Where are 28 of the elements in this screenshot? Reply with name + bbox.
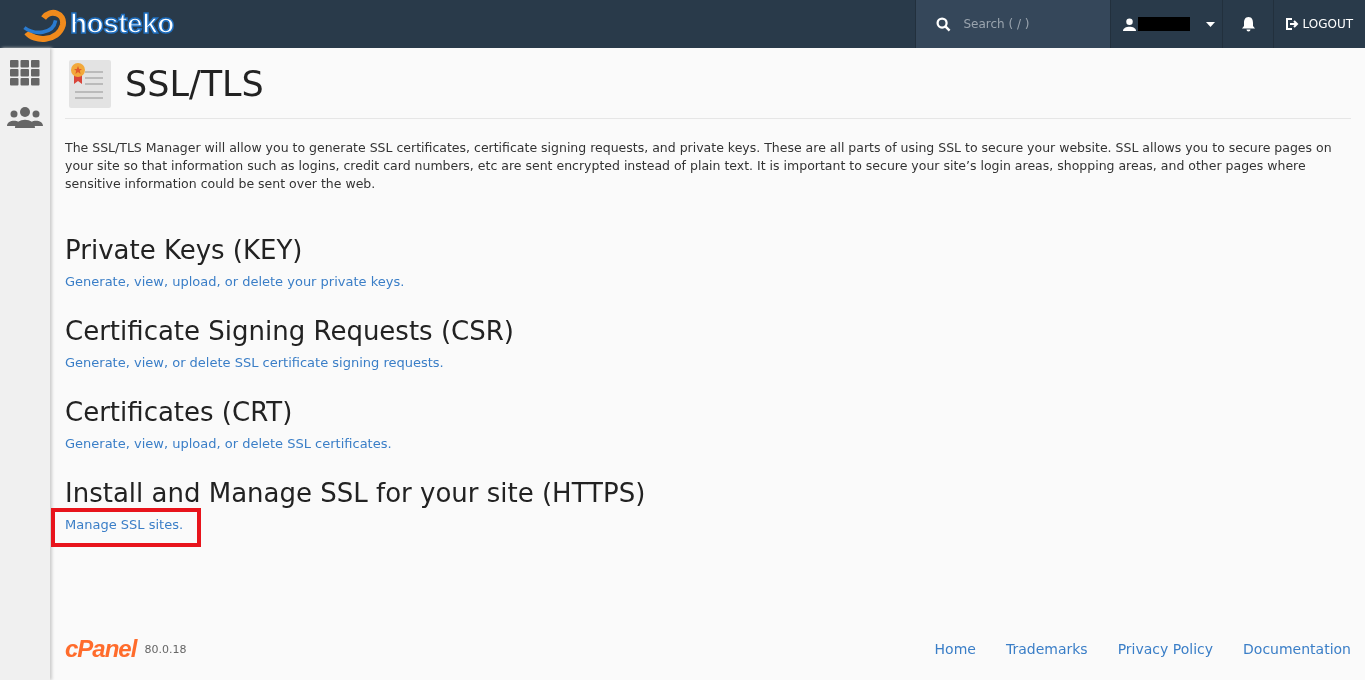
footer-link[interactable]: Trademarks bbox=[1005, 641, 1088, 657]
cpanel-logo: cPanel bbox=[65, 635, 137, 663]
bell-icon bbox=[1240, 16, 1256, 32]
section-link[interactable]: Manage SSL sites. bbox=[65, 517, 184, 532]
grid-icon[interactable] bbox=[10, 60, 40, 86]
hosteko-logo[interactable]: hosteko bbox=[0, 0, 174, 48]
version-text: 80.0.18 bbox=[144, 642, 187, 656]
intro-paragraph: The SSL/TLS Manager will allow you to generate SSL certificates, certificate signing requests, and private keys. These are all parts of using SSL to secure your website. SSL allows you to secure pages on your site so that information such as logins, credit card numbers, etc are sent encrypted instead of plain text. It is important to secure your site’s login areas, shopping areas, and other pages where sensitive information could be sent over the web. bbox=[65, 139, 1333, 193]
section-heading: Private Keys (KEY) bbox=[65, 235, 304, 265]
user-icon bbox=[1123, 17, 1137, 31]
search-icon bbox=[936, 16, 952, 32]
caret-icon bbox=[1206, 21, 1216, 27]
section-link[interactable]: Generate, view, or delete SSL certificate signing requests. bbox=[65, 355, 444, 370]
section-heading: Certificate Signing Requests (CSR) bbox=[65, 316, 515, 346]
users-icon[interactable] bbox=[7, 106, 43, 128]
section-heading: Certificates (CRT) bbox=[65, 397, 294, 427]
redacted-username bbox=[1138, 17, 1191, 31]
logout-icon bbox=[1286, 18, 1300, 30]
section-heading: Install and Manage SSL for your site (HTTPS) bbox=[65, 478, 647, 508]
footer-link[interactable]: Privacy Policy bbox=[1117, 641, 1214, 657]
page-title: SSL/TLS bbox=[125, 64, 264, 104]
search-field[interactable]: Search ( / ) bbox=[961, 16, 1086, 32]
certificate-icon bbox=[69, 60, 111, 108]
footer-link[interactable]: Home bbox=[934, 641, 976, 657]
section-link[interactable]: Generate, view, upload, or delete SSL certificates. bbox=[65, 436, 392, 451]
footer-link[interactable]: Documentation bbox=[1243, 641, 1351, 657]
logout-button[interactable]: LOGOUT bbox=[1273, 0, 1365, 48]
section-link[interactable]: Generate, view, upload, or delete your private keys. bbox=[65, 274, 405, 289]
